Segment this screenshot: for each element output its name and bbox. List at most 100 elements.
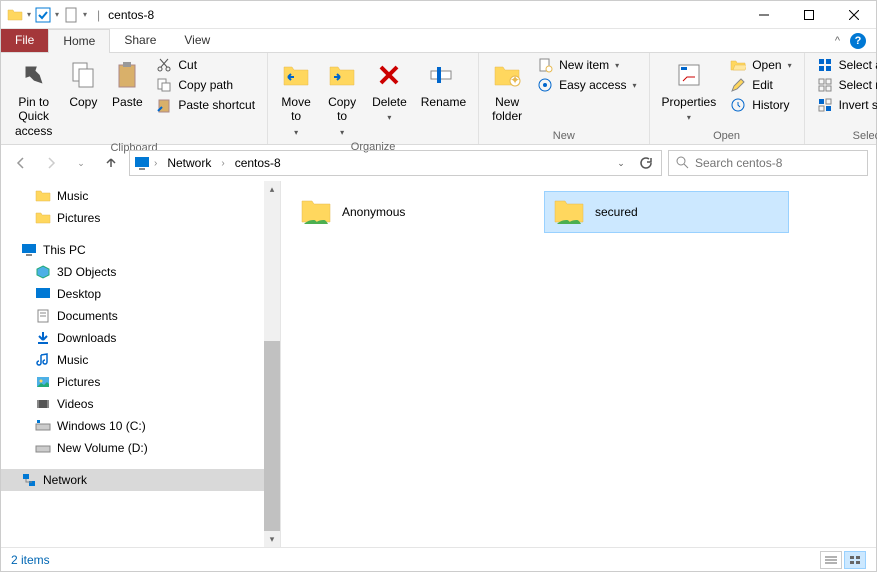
chevron-right-icon[interactable]: ›: [219, 158, 226, 169]
delete-button[interactable]: Delete ▾: [366, 55, 413, 127]
paste-icon: [111, 59, 143, 91]
tree-d-drive[interactable]: New Volume (D:): [1, 437, 280, 459]
view-icons-button[interactable]: [844, 551, 866, 569]
tab-view[interactable]: View: [170, 29, 224, 52]
cube-icon: [35, 264, 51, 280]
network-icon: [21, 472, 37, 488]
history-icon: [730, 97, 746, 113]
select-group-label: Select: [811, 130, 877, 144]
desktop-icon: [35, 286, 51, 302]
ribbon-tabs: File Home Share View ^ ?: [1, 29, 876, 53]
drive-icon: [35, 418, 51, 434]
copy-path-icon: [156, 77, 172, 93]
status-bar: 2 items: [1, 547, 876, 571]
search-box[interactable]: [668, 150, 868, 176]
paste-shortcut-icon: [156, 97, 172, 113]
tree-pictures2[interactable]: Pictures: [1, 371, 280, 393]
invert-selection-button[interactable]: Invert selection: [811, 95, 877, 115]
move-to-button[interactable]: Move to ▾: [274, 55, 318, 141]
qat-dropdown-icon[interactable]: ▾: [27, 10, 31, 19]
ribbon-collapse-icon[interactable]: ^: [835, 35, 840, 47]
new-folder-button[interactable]: ✦ New folder: [485, 55, 529, 128]
share-folder-icon: [300, 196, 332, 228]
tab-share[interactable]: Share: [110, 29, 170, 52]
monitor-icon: [134, 155, 150, 171]
navigation-bar: ⌄ › Network › centos-8 ⌄: [1, 145, 876, 181]
tree-downloads[interactable]: Downloads: [1, 327, 280, 349]
search-input[interactable]: [695, 156, 861, 170]
paste-shortcut-button[interactable]: Paste shortcut: [150, 95, 261, 115]
minimize-button[interactable]: [741, 1, 786, 29]
tree-videos[interactable]: Videos: [1, 393, 280, 415]
tree-network[interactable]: Network: [1, 469, 280, 491]
delete-icon: [373, 59, 405, 91]
copy-button[interactable]: Copy: [62, 55, 104, 113]
share-item-secured[interactable]: secured: [544, 191, 789, 233]
scroll-down-icon[interactable]: ▾: [264, 531, 280, 547]
tree-desktop[interactable]: Desktop: [1, 283, 280, 305]
folder-icon: [7, 7, 23, 23]
easy-access-icon: [537, 77, 553, 93]
back-button[interactable]: [9, 151, 33, 175]
crumb-host[interactable]: centos-8: [229, 154, 287, 172]
share-item-anonymous[interactable]: Anonymous: [291, 191, 536, 233]
properties-button[interactable]: Properties ▾: [656, 55, 723, 127]
easy-access-button[interactable]: Easy access ▾: [531, 75, 642, 95]
pin-icon: [18, 59, 50, 91]
scroll-thumb[interactable]: [264, 341, 280, 531]
edit-button[interactable]: Edit: [724, 75, 797, 95]
view-details-button[interactable]: [820, 551, 842, 569]
chevron-down-icon: ▾: [687, 113, 691, 123]
pin-to-quick-access-button[interactable]: Pin to Quick access: [7, 55, 60, 142]
quick-access-toolbar: ▾ ▾ ▾: [1, 7, 93, 23]
recent-dropdown-icon[interactable]: ⌄: [69, 151, 93, 175]
window-title: centos-8: [104, 8, 154, 22]
address-dropdown-icon[interactable]: ⌄: [609, 151, 633, 175]
chevron-down-icon: ▾: [294, 128, 298, 138]
tree-pictures[interactable]: Pictures: [1, 207, 280, 229]
checkbox-icon[interactable]: [35, 7, 51, 23]
chevron-right-icon[interactable]: ›: [152, 158, 159, 169]
open-button[interactable]: Open ▾: [724, 55, 797, 75]
refresh-button[interactable]: [633, 151, 657, 175]
crumb-network[interactable]: Network: [161, 154, 217, 172]
tree-this-pc[interactable]: This PC: [1, 239, 280, 261]
title-bar: ▾ ▾ ▾ | centos-8: [1, 1, 876, 29]
history-button[interactable]: History: [724, 95, 797, 115]
items-view[interactable]: Anonymous secured: [281, 181, 876, 547]
rename-button[interactable]: Rename: [415, 55, 472, 113]
up-button[interactable]: [99, 151, 123, 175]
chevron-down-icon: ▾: [340, 128, 344, 138]
tree-music[interactable]: Music: [1, 185, 280, 207]
qat-overflow-icon[interactable]: ▾: [83, 10, 87, 19]
copy-to-button[interactable]: Copy to ▾: [320, 55, 364, 141]
tree-3d-objects[interactable]: 3D Objects: [1, 261, 280, 283]
cut-button[interactable]: Cut: [150, 55, 261, 75]
chevron-down-icon: ▾: [615, 61, 619, 70]
select-all-button[interactable]: Select all: [811, 55, 877, 75]
drive-icon: [35, 440, 51, 456]
ribbon: Pin to Quick access Copy Paste Cut Copy …: [1, 53, 876, 145]
paste-label: Paste: [112, 95, 143, 109]
forward-button[interactable]: [39, 151, 63, 175]
maximize-button[interactable]: [786, 1, 831, 29]
tree-c-drive[interactable]: Windows 10 (C:): [1, 415, 280, 437]
copy-path-button[interactable]: Copy path: [150, 75, 261, 95]
close-button[interactable]: [831, 1, 876, 29]
scroll-up-icon[interactable]: ▴: [264, 181, 280, 197]
qat-dropdown2-icon[interactable]: ▾: [55, 10, 59, 19]
ribbon-group-new: ✦ New folder New item ▾ Easy access ▾ Ne…: [479, 53, 649, 144]
open-group-label: Open: [656, 130, 798, 144]
paste-button[interactable]: Paste: [106, 55, 148, 113]
tree-music2[interactable]: Music: [1, 349, 280, 371]
tab-file[interactable]: File: [1, 29, 48, 52]
navigation-pane: Music Pictures This PC 3D Objects Deskto…: [1, 181, 281, 547]
open-icon: [730, 57, 746, 73]
tab-home[interactable]: Home: [48, 29, 110, 53]
select-none-button[interactable]: Select none: [811, 75, 877, 95]
new-item-button[interactable]: New item ▾: [531, 55, 642, 75]
explorer-body: Music Pictures This PC 3D Objects Deskto…: [1, 181, 876, 547]
address-bar[interactable]: › Network › centos-8 ⌄: [129, 150, 662, 176]
tree-documents[interactable]: Documents: [1, 305, 280, 327]
help-icon[interactable]: ?: [850, 33, 866, 49]
